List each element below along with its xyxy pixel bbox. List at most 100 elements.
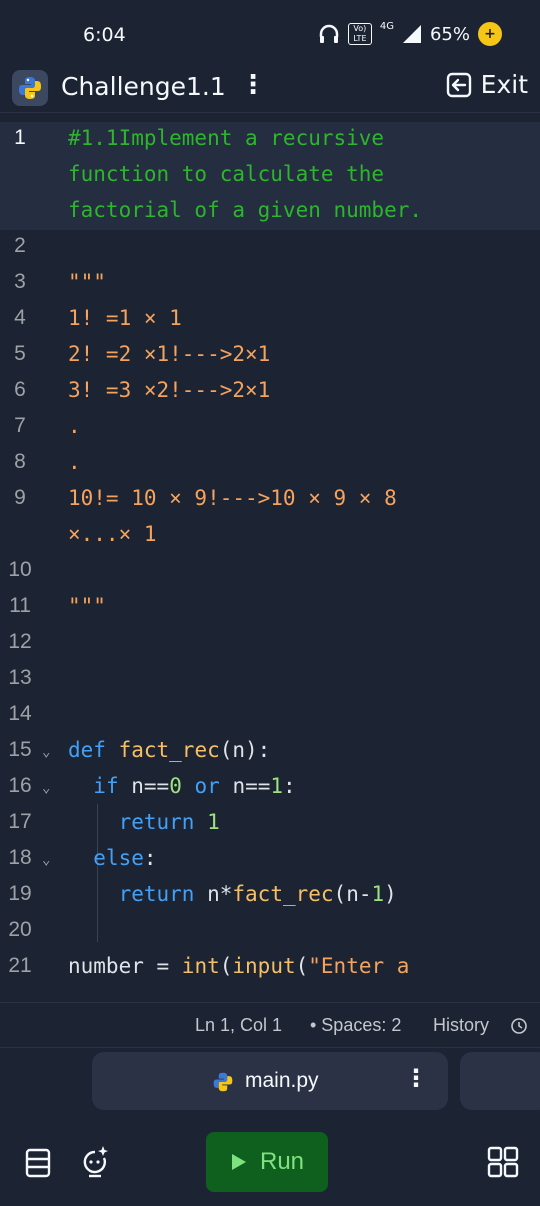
signal-icon [402,25,421,43]
code-line[interactable]: function to calculate the [0,158,540,194]
cursor-position[interactable]: Ln 1, Col 1 [195,1015,282,1036]
code-text: """ [68,270,106,294]
code-line[interactable]: 6 3! =3 ×2!--->2×1 [0,374,540,410]
line-number: 3 [14,270,26,293]
code-line[interactable]: 9 10!= 10 × 9!--->10 × 9 × 8 [0,482,540,518]
fold-chevron-icon[interactable]: ⌄ [42,852,50,868]
line-number: 15 [8,738,32,761]
code-text: if n==0 or n==1: [93,774,296,798]
status-icons: Vo) LTE 4G 65% + [318,20,502,48]
line-number: 13 [8,666,32,689]
project-menu-icon[interactable]: ⋮ [240,70,266,100]
file-menu-icon[interactable]: ⋮ [404,1064,428,1092]
line-number: 17 [8,810,32,833]
code-line[interactable]: 5 2! =2 ×1!--->2×1 [0,338,540,374]
line-number: 21 [8,954,32,977]
line-number: 9 [14,486,26,509]
fold-chevron-icon[interactable]: ⌄ [42,780,50,796]
code-text: 10!= 10 × 9!--->10 × 9 × 8 [68,486,397,510]
line-number: 8 [14,450,26,473]
code-line[interactable]: 17 return 1 [0,806,540,842]
grid-menu-icon[interactable] [483,1140,523,1184]
code-line[interactable]: 1 #1.1Implement a recursive [0,122,540,158]
code-text: 1! =1 × 1 [68,306,182,330]
ai-assistant-icon[interactable] [75,1140,115,1184]
line-number: 18 [8,846,32,869]
line-number: 4 [14,306,26,329]
code-line[interactable]: 2 [0,230,540,266]
run-button[interactable]: Run [206,1132,328,1192]
code-line[interactable]: ×...× 1 [0,518,540,554]
code-text: . [68,414,81,438]
line-number: 6 [14,378,26,401]
code-line[interactable]: 11 """ [0,590,540,626]
line-number: 12 [8,630,32,653]
code-line[interactable]: 16 ⌄ if n==0 or n==1: [0,770,540,806]
line-number: 2 [14,234,26,257]
code-line[interactable]: 18 ⌄ else: [0,842,540,878]
battery-percent: 65% [429,23,470,45]
file-name: main.py [245,1069,319,1092]
line-number: 5 [14,342,26,365]
code-line[interactable]: 10 [0,554,540,590]
exit-button[interactable]: Exit [445,70,528,99]
history-button[interactable]: History [433,1015,489,1036]
code-text: 3! =3 ×2!--->2×1 [68,378,271,402]
code-text: 2! =2 ×1!--->2×1 [68,342,271,366]
exit-icon [446,72,471,97]
code-line[interactable]: 13 [0,662,540,698]
code-text: """ [68,594,106,618]
fold-chevron-icon[interactable]: ⌄ [42,744,50,760]
code-line[interactable]: 4 1! =1 × 1 [0,302,540,338]
line-number: 19 [8,882,32,905]
app-header: Challenge1.1 ⋮ Exit [0,64,540,113]
next-tab[interactable] [460,1052,540,1110]
line-number: 20 [8,918,32,941]
code-text: def fact_rec(n): [68,738,271,762]
code-line[interactable]: 20 [0,914,540,950]
code-text: #1.1Implement a recursive [68,126,385,150]
line-number: 7 [14,414,26,437]
code-text: return 1 [118,810,220,834]
code-text: number = int(input("Enter a [68,954,410,978]
code-line[interactable]: 19 return n*fact_rec(n-1) [0,878,540,914]
clock: 6:04 [83,24,126,46]
code-text: . [68,450,81,474]
code-line[interactable]: 14 [0,698,540,734]
line-number: 10 [8,558,32,581]
headphones-icon [319,24,339,43]
play-icon [231,1154,246,1170]
editor-status-strip: Ln 1, Col 1 • Spaces: 2 History [0,1002,540,1048]
line-number: 11 [9,594,31,617]
code-line[interactable]: 15 ⌄ def fact_rec(n): [0,734,540,770]
code-line[interactable]: 3 """ [0,266,540,302]
python-logo-icon [12,70,48,106]
history-icon[interactable] [510,1017,528,1035]
code-text: factorial of a given number. [68,198,423,222]
code-text: ×...× 1 [68,522,157,546]
code-text: function to calculate the [68,162,385,186]
status-bar: 6:04 Vo) LTE 4G 65% + [0,0,540,64]
network-type: 4G [379,20,394,32]
indent-setting[interactable]: • Spaces: 2 [310,1015,401,1036]
code-line[interactable]: 8 . [0,446,540,482]
code-line[interactable]: 12 [0,626,540,662]
code-editor[interactable]: 1 #1.1Implement a recursive function to … [0,122,540,1000]
line-number: 1 [14,126,26,149]
file-tab[interactable]: main.py ⋮ [92,1052,448,1110]
code-line[interactable]: 21 number = int(input("Enter a [0,950,540,986]
code-text: else: [93,846,157,870]
code-text: return n*fact_rec(n-1) [118,882,397,906]
line-number: 14 [8,702,32,725]
run-label: Run [259,1148,305,1175]
bottom-toolbar: Run [0,1120,540,1206]
line-number: 16 [8,774,32,797]
code-line[interactable]: 7 . [0,410,540,446]
project-title[interactable]: Challenge1.1 [61,72,226,101]
database-icon[interactable] [18,1140,58,1184]
battery-saver-icon: + [478,22,502,46]
exit-label: Exit [480,70,528,99]
code-line[interactable]: factorial of a given number. [0,194,540,230]
volte-icon: Vo) LTE [347,23,372,45]
python-file-icon [213,1072,233,1092]
